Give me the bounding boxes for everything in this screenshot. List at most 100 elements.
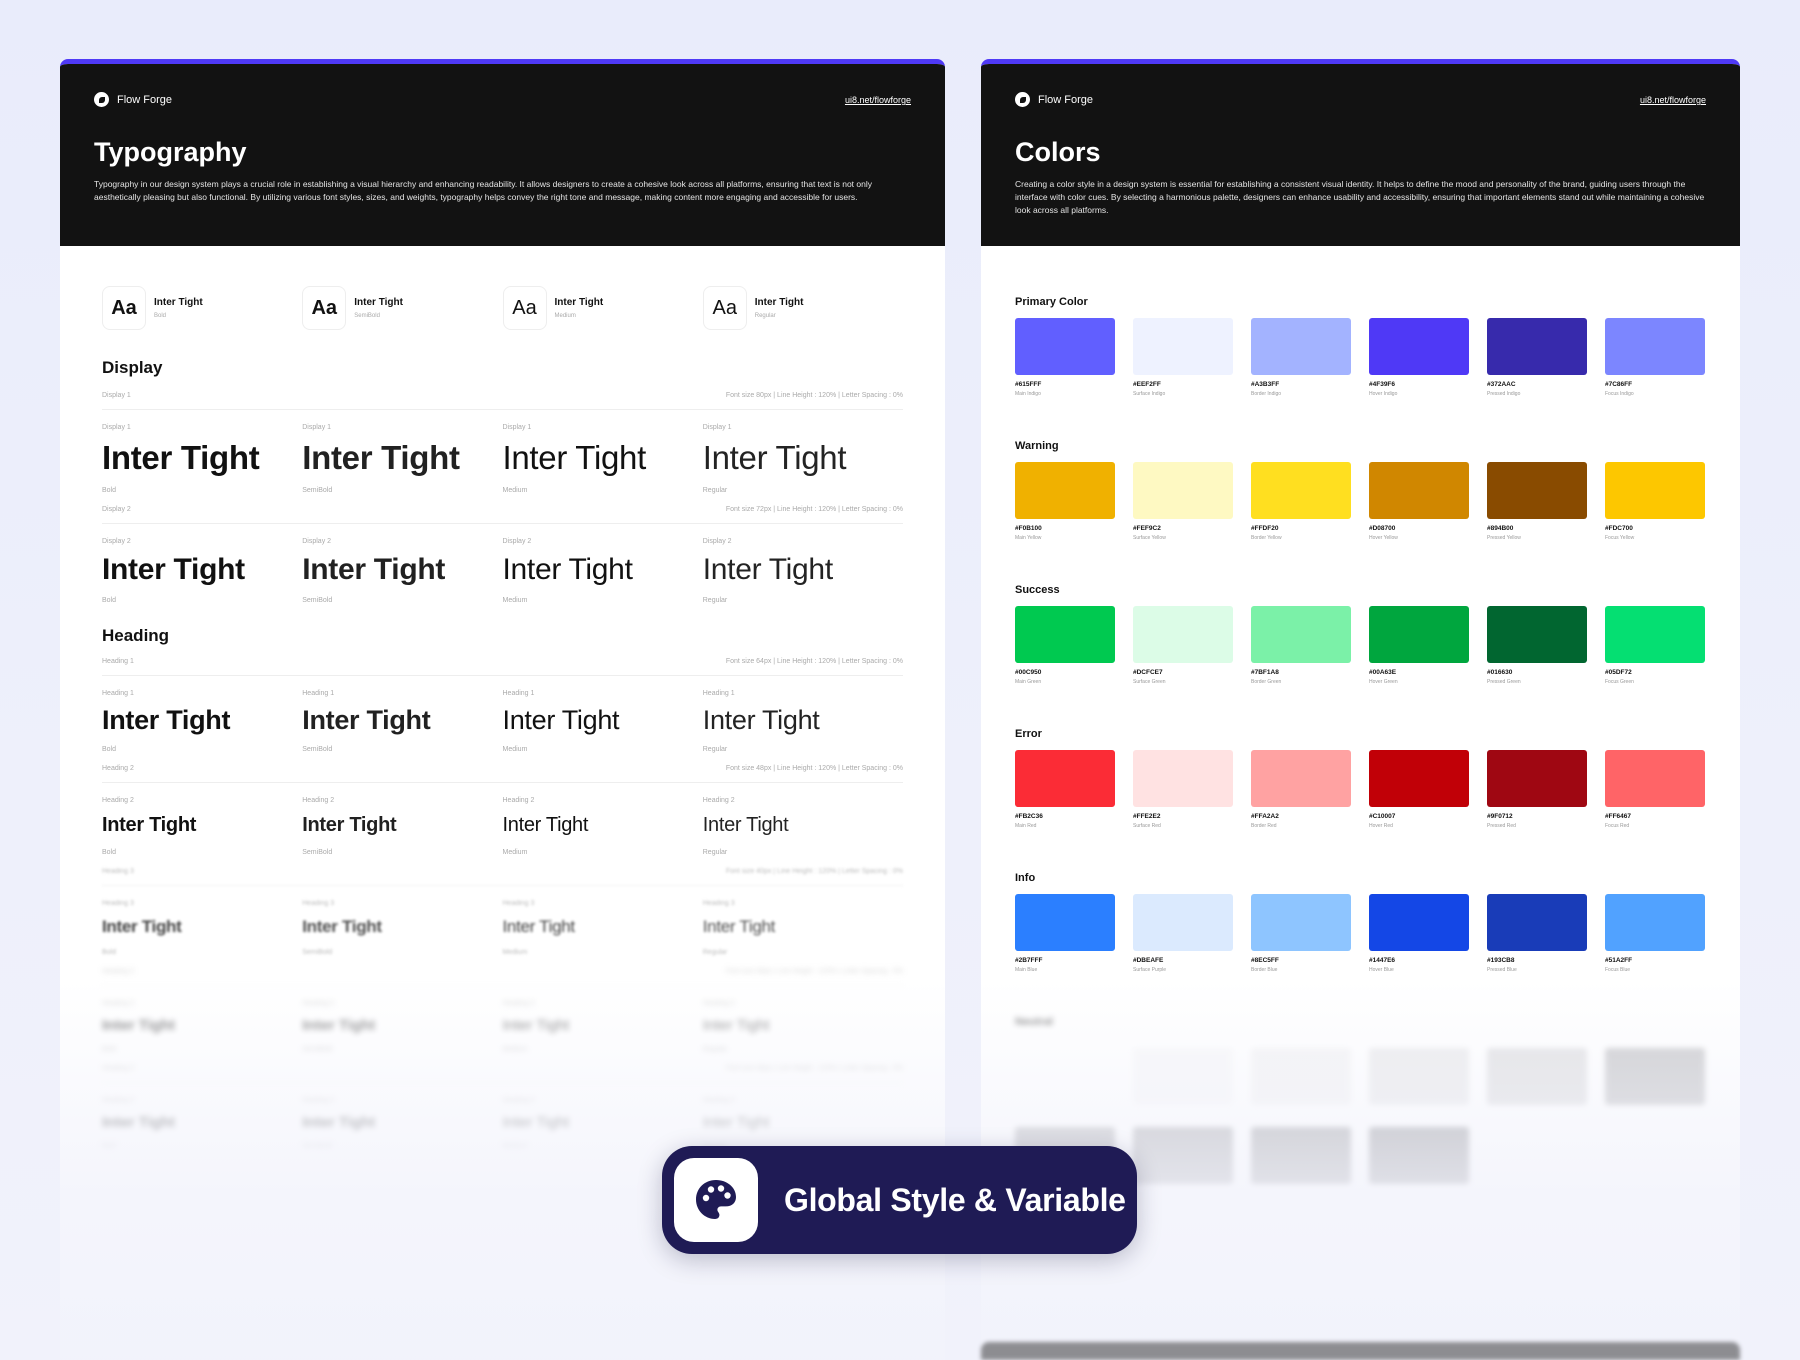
type-sample[interactable]: Heading 3Inter TightRegular — [703, 1097, 903, 1150]
color-swatch[interactable] — [1369, 1048, 1469, 1105]
type-sample[interactable]: Display 1 Inter Tight SemiBold — [302, 424, 502, 494]
font-card[interactable]: Aa Inter Tight Medium — [502, 286, 703, 330]
color-swatch[interactable]: #7BF1A8 Border Green — [1251, 606, 1351, 685]
color-swatch[interactable]: #8EC5FF Border Blue — [1251, 894, 1351, 973]
color-swatch[interactable]: #05DF72 Focus Green — [1605, 606, 1705, 685]
type-sample[interactable]: Display 1 Inter Tight Regular — [703, 424, 903, 494]
color-chip[interactable] — [1487, 462, 1587, 519]
color-swatch[interactable]: #C10007 Hover Red — [1369, 750, 1469, 829]
color-swatch[interactable]: #00C950 Main Green — [1015, 606, 1115, 685]
font-card[interactable]: Aa Inter Tight Bold — [102, 286, 302, 330]
type-sample[interactable]: Heading 1 Inter Tight Regular — [703, 690, 903, 753]
color-swatch[interactable]: #D08700 Hover Yellow — [1369, 462, 1469, 541]
color-swatch[interactable] — [1015, 1048, 1115, 1105]
type-sample[interactable]: Heading 3 Inter Tight SemiBold — [302, 1000, 502, 1053]
color-chip[interactable] — [1015, 606, 1115, 663]
brand-link[interactable]: ui8.net/flowforge — [845, 95, 911, 105]
color-swatch[interactable]: #1447E6 Hover Blue — [1369, 894, 1469, 973]
font-card[interactable]: Aa Inter Tight SemiBold — [302, 286, 502, 330]
type-sample[interactable]: Heading 3Inter TightRegular — [703, 900, 903, 956]
color-swatch[interactable]: #FB2C36 Main Red — [1015, 750, 1115, 829]
type-sample[interactable]: Display 2 Inter Tight Medium — [503, 538, 703, 604]
color-chip[interactable] — [1015, 1048, 1115, 1105]
type-sample[interactable]: Heading 3 Inter Tight Bold — [102, 1097, 302, 1150]
color-swatch[interactable]: #4F39F6 Hover Indigo — [1369, 318, 1469, 397]
color-swatch[interactable]: #FF6467 Focus Red — [1605, 750, 1705, 829]
color-chip[interactable] — [1369, 318, 1469, 375]
color-chip[interactable] — [1369, 894, 1469, 951]
color-chip[interactable] — [1369, 462, 1469, 519]
color-chip[interactable] — [1487, 318, 1587, 375]
color-swatch[interactable]: #DCFCE7 Surface Green — [1133, 606, 1233, 685]
color-chip[interactable] — [1015, 318, 1115, 375]
color-chip[interactable] — [1133, 1048, 1233, 1105]
color-swatch[interactable] — [1369, 1127, 1469, 1184]
color-chip[interactable] — [1605, 462, 1705, 519]
color-swatch[interactable]: #FFA2A2 Border Red — [1251, 750, 1351, 829]
color-swatch[interactable]: #51A2FF Focus Blue — [1605, 894, 1705, 973]
color-swatch[interactable]: #A3B3FF Border Indigo — [1251, 318, 1351, 397]
color-chip[interactable] — [1133, 750, 1233, 807]
color-swatch[interactable] — [1133, 1048, 1233, 1105]
type-sample[interactable]: Heading 2 Inter Tight SemiBold — [302, 797, 502, 856]
brand-link[interactable]: ui8.net/flowforge — [1640, 95, 1706, 105]
color-swatch[interactable]: #7C86FF Focus Indigo — [1605, 318, 1705, 397]
color-swatch[interactable]: #F0B100 Main Yellow — [1015, 462, 1115, 541]
type-sample[interactable]: Heading 2 Inter Tight Regular — [703, 797, 903, 856]
type-sample[interactable]: Display 1 Inter Tight Medium — [503, 424, 703, 494]
type-sample[interactable]: Heading 3 Inter Tight Bold — [102, 900, 302, 956]
color-chip[interactable] — [1369, 750, 1469, 807]
color-chip[interactable] — [1487, 606, 1587, 663]
type-sample[interactable]: Heading 3 Inter Tight SemiBold — [302, 1097, 502, 1150]
color-chip[interactable] — [1369, 606, 1469, 663]
color-swatch[interactable]: #00A63E Hover Green — [1369, 606, 1469, 685]
color-chip[interactable] — [1605, 894, 1705, 951]
color-swatch[interactable]: #2B7FFF Main Blue — [1015, 894, 1115, 973]
color-chip[interactable] — [1133, 894, 1233, 951]
color-chip[interactable] — [1015, 894, 1115, 951]
color-swatch[interactable]: #FFE2E2 Surface Red — [1133, 750, 1233, 829]
font-card[interactable]: Aa Inter Tight Regular — [702, 286, 903, 330]
type-sample[interactable]: Heading 3 Inter Tight Medium — [503, 900, 703, 956]
type-sample[interactable]: Heading 3 Inter Tight Medium — [503, 1000, 703, 1053]
color-chip[interactable] — [1251, 750, 1351, 807]
color-swatch[interactable]: #016630 Pressed Green — [1487, 606, 1587, 685]
type-sample[interactable]: Display 2 Inter Tight Regular — [703, 538, 903, 604]
color-swatch[interactable] — [1251, 1048, 1351, 1105]
color-chip[interactable] — [1605, 750, 1705, 807]
type-sample[interactable]: Heading 1 Inter Tight Medium — [503, 690, 703, 753]
color-chip[interactable] — [1251, 462, 1351, 519]
color-swatch[interactable] — [1487, 1048, 1587, 1105]
color-chip[interactable] — [1251, 318, 1351, 375]
color-chip[interactable] — [1487, 1048, 1587, 1105]
type-sample[interactable]: Heading 2 Inter Tight Medium — [503, 797, 703, 856]
color-swatch[interactable]: #EEF2FF Surface Indigo — [1133, 318, 1233, 397]
color-swatch[interactable] — [1605, 1048, 1705, 1105]
type-sample[interactable]: Heading 1 Inter Tight SemiBold — [302, 690, 502, 753]
color-chip[interactable] — [1487, 894, 1587, 951]
color-chip[interactable] — [1251, 894, 1351, 951]
color-chip[interactable] — [1133, 606, 1233, 663]
type-sample[interactable]: Heading 3 Inter Tight Medium — [503, 1097, 703, 1150]
type-sample[interactable]: Display 2 Inter Tight SemiBold — [302, 538, 502, 604]
color-swatch[interactable]: #615FFF Main Indigo — [1015, 318, 1115, 397]
color-swatch[interactable]: #894B00 Pressed Yellow — [1487, 462, 1587, 541]
type-sample[interactable]: Heading 3 Inter Tight SemiBold — [302, 900, 502, 956]
color-swatch[interactable]: #FDC700 Focus Yellow — [1605, 462, 1705, 541]
color-swatch[interactable]: #372AAC Pressed Indigo — [1487, 318, 1587, 397]
color-chip[interactable] — [1133, 462, 1233, 519]
color-swatch[interactable]: #193CB8 Pressed Blue — [1487, 894, 1587, 973]
color-chip[interactable] — [1369, 1048, 1469, 1105]
color-chip[interactable] — [1605, 1048, 1705, 1105]
type-sample[interactable]: Heading 3 Inter Tight Bold — [102, 1000, 302, 1053]
color-swatch[interactable]: #FEF9C2 Surface Yellow — [1133, 462, 1233, 541]
color-swatch[interactable]: #DBEAFE Surface Purple — [1133, 894, 1233, 973]
color-chip[interactable] — [1133, 1127, 1233, 1184]
color-chip[interactable] — [1251, 1127, 1351, 1184]
color-swatch[interactable] — [1251, 1127, 1351, 1184]
type-sample[interactable]: Display 2 Inter Tight Bold — [102, 538, 302, 604]
color-chip[interactable] — [1605, 318, 1705, 375]
type-sample[interactable]: Heading 2 Inter Tight Bold — [102, 797, 302, 856]
color-swatch[interactable] — [1133, 1127, 1233, 1184]
type-sample[interactable]: Heading 1 Inter Tight Bold — [102, 690, 302, 753]
